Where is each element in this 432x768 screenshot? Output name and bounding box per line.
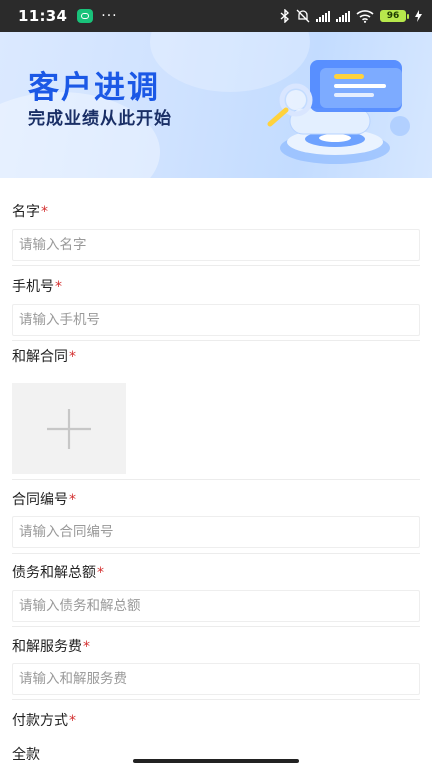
status-bar: 11:34 ··· 96 <box>0 0 432 32</box>
battery-icon: 96 <box>380 10 409 22</box>
banner-title: 客户进调 <box>28 70 160 106</box>
phone-field-group: 手机号* 请输入手机号 <box>0 266 432 336</box>
status-icons: 96 <box>280 8 422 24</box>
contract-label: 和解合同* <box>12 349 76 365</box>
debt-total-label: 债务和解总额* <box>12 565 104 581</box>
more-notifications-icon: ··· <box>101 8 118 24</box>
signal-hd-icon-2 <box>336 10 350 22</box>
payment-field-group: 付款方式* <box>0 700 432 732</box>
contract-no-label: 合同编号* <box>12 492 76 508</box>
wifi-icon <box>356 8 374 24</box>
home-indicator[interactable] <box>133 759 299 763</box>
intake-form: 名字* 请输入名字 手机号* 请输入手机号 和解合同* 合同编号* 请输入合同编… <box>0 178 432 764</box>
signal-hd-icon-1 <box>316 10 330 22</box>
hero-banner: 客户进调 完成业绩从此开始 <box>0 32 432 178</box>
plus-icon <box>47 408 91 449</box>
service-fee-field-group: 和解服务费* 请输入和解服务费 <box>0 627 432 695</box>
charging-icon <box>415 8 422 24</box>
debt-total-input[interactable]: 请输入债务和解总额 <box>12 590 420 622</box>
name-field-group: 名字* 请输入名字 <box>0 178 432 261</box>
phone-input[interactable]: 请输入手机号 <box>12 304 420 336</box>
bluetooth-icon <box>280 8 290 24</box>
phone-label: 手机号* <box>12 279 62 295</box>
contract-upload-button[interactable] <box>12 383 126 474</box>
banner-subtitle: 完成业绩从此开始 <box>28 109 172 129</box>
chat-app-icon <box>77 9 94 23</box>
debt-total-field-group: 债务和解总额* 请输入债务和解总额 <box>0 554 432 622</box>
contract-no-input[interactable]: 请输入合同编号 <box>12 516 420 548</box>
contract-field-group: 和解合同* <box>0 341 432 368</box>
mute-bell-icon <box>296 8 310 24</box>
name-input[interactable]: 请输入名字 <box>12 229 420 261</box>
name-label: 名字* <box>12 204 48 220</box>
banner-illustration <box>267 60 410 164</box>
status-time: 11:34 <box>18 7 68 25</box>
service-fee-label: 和解服务费* <box>12 639 90 655</box>
payment-label: 付款方式* <box>12 713 76 729</box>
service-fee-input[interactable]: 请输入和解服务费 <box>12 663 420 695</box>
contract-no-field-group: 合同编号* 请输入合同编号 <box>0 480 432 548</box>
